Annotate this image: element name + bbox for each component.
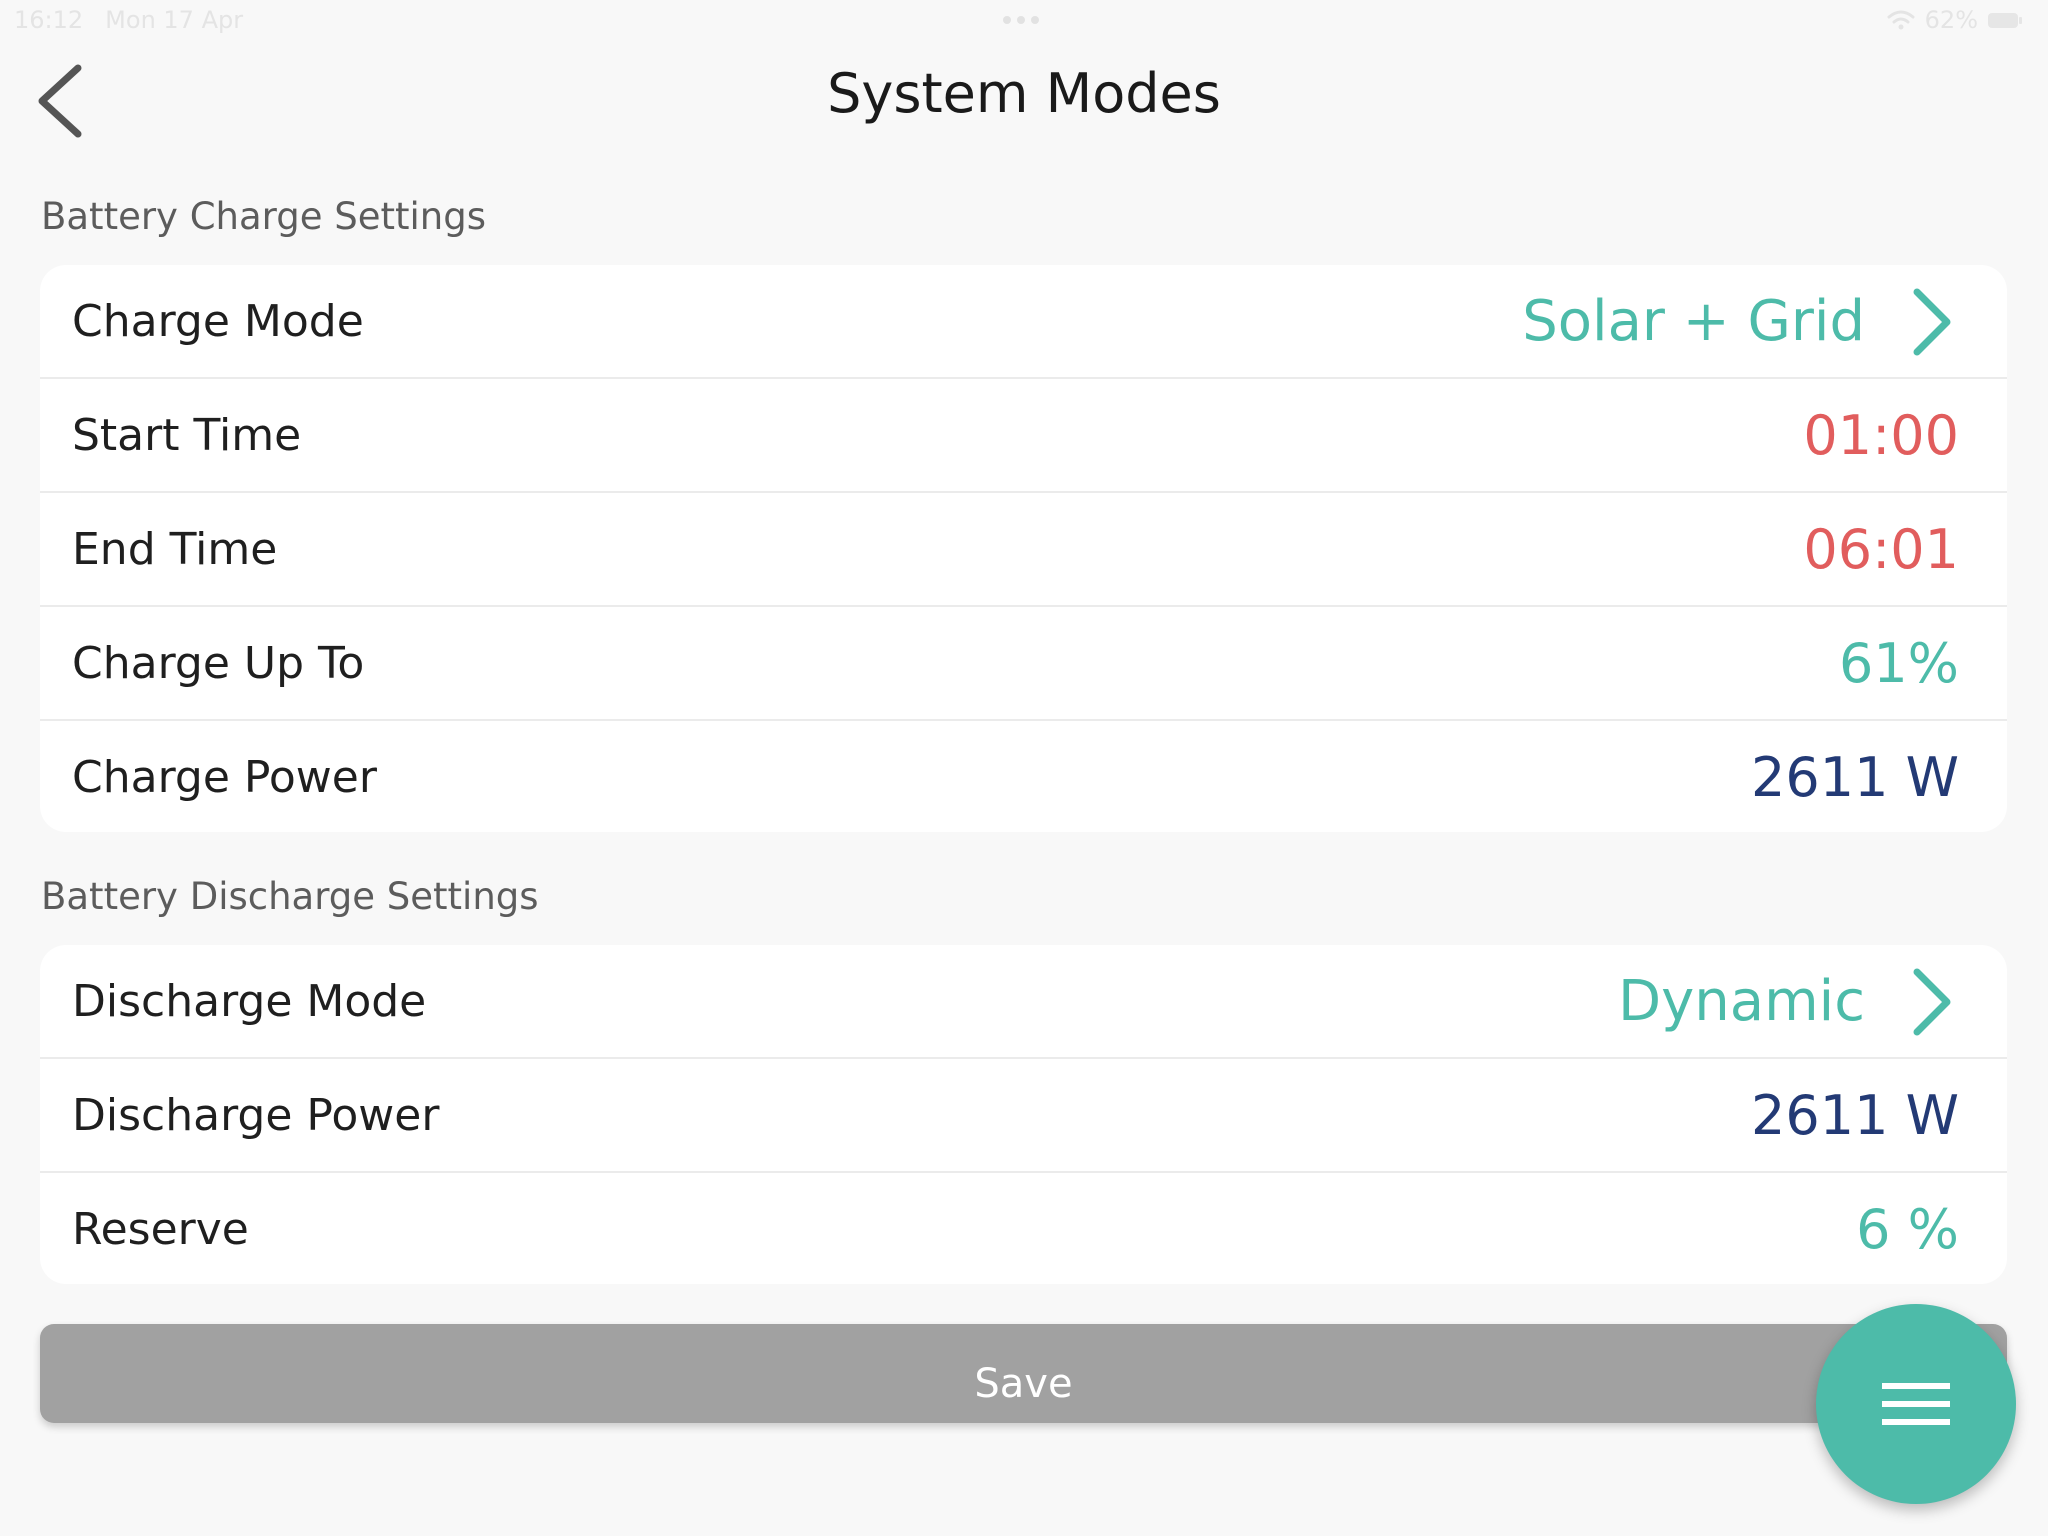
multitasking-dots-icon[interactable] <box>1003 16 1039 24</box>
status-date: Mon 17 Apr <box>105 6 244 34</box>
charge-power-value: 2611 W <box>1751 746 1959 809</box>
reserve-value: 6 % <box>1856 1198 1959 1261</box>
start-time-value: 01:00 <box>1803 404 1959 467</box>
row-label: Discharge Power <box>72 1090 440 1141</box>
section-title-charge: Battery Charge Settings <box>41 195 486 238</box>
status-time: 16:12 <box>14 6 84 34</box>
save-button-label: Save <box>974 1361 1073 1407</box>
chevron-right-icon <box>1913 968 1951 1036</box>
row-charge-power[interactable]: Charge Power 2611 W <box>40 721 2007 832</box>
row-label: Start Time <box>72 410 302 461</box>
row-label: End Time <box>72 524 278 575</box>
row-label: Charge Up To <box>72 638 365 689</box>
row-label: Reserve <box>72 1204 249 1255</box>
status-time-date: 16:12 Mon 17 Apr <box>14 6 243 34</box>
row-start-time[interactable]: Start Time 01:00 <box>40 379 2007 493</box>
charge-up-to-value: 61% <box>1838 632 1959 695</box>
row-label: Charge Mode <box>72 296 364 347</box>
menu-fab-button[interactable] <box>1816 1304 2016 1504</box>
hamburger-menu-icon <box>1882 1383 1950 1425</box>
row-charge-mode[interactable]: Charge Mode Solar + Grid <box>40 265 2007 379</box>
charge-mode-value: Solar + Grid <box>1522 289 1865 354</box>
charge-settings-card: Charge Mode Solar + Grid Start Time 01:0… <box>40 265 2007 832</box>
discharge-settings-card: Discharge Mode Dynamic Discharge Power 2… <box>40 945 2007 1284</box>
row-label: Discharge Mode <box>72 976 427 1027</box>
page-title: System Modes <box>827 62 1221 125</box>
discharge-power-value: 2611 W <box>1751 1084 1959 1147</box>
row-discharge-power[interactable]: Discharge Power 2611 W <box>40 1059 2007 1173</box>
row-end-time[interactable]: End Time 06:01 <box>40 493 2007 607</box>
discharge-mode-value: Dynamic <box>1618 969 1865 1034</box>
row-charge-up-to[interactable]: Charge Up To 61% <box>40 607 2007 721</box>
row-discharge-mode[interactable]: Discharge Mode Dynamic <box>40 945 2007 1059</box>
chevron-right-icon <box>1913 288 1951 356</box>
battery-icon <box>1988 12 2022 28</box>
battery-percent: 62% <box>1924 6 1978 34</box>
row-label: Charge Power <box>72 752 377 803</box>
section-title-discharge: Battery Discharge Settings <box>41 875 539 918</box>
row-reserve[interactable]: Reserve 6 % <box>40 1173 2007 1284</box>
wifi-icon <box>1887 10 1915 30</box>
end-time-value: 06:01 <box>1803 518 1959 581</box>
status-bar: 16:12 Mon 17 Apr 62% <box>0 0 2048 40</box>
save-button[interactable]: Save <box>40 1324 2007 1423</box>
status-right: 62% <box>1887 6 2022 34</box>
